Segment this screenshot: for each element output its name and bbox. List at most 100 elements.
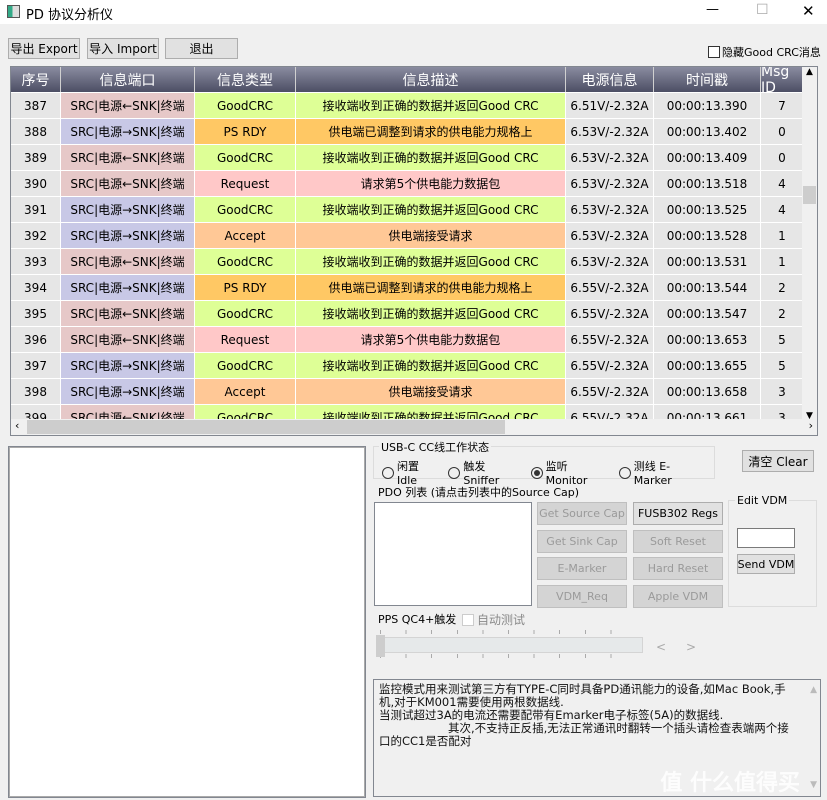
minimize-button[interactable]: — [706,2,719,17]
edit-vdm-title: Edit VDM [735,494,790,507]
header-seq[interactable]: 序号 [11,67,61,92]
cell-msg-id: 1 [761,249,804,274]
vdm-req-button[interactable]: VDM_Req [537,585,627,609]
radio-cc-1[interactable]: 触发 Sniffer [448,458,524,487]
table-row[interactable]: 389 SRC|电源←SNK|终端 GoodCRC 接收端收到正确的数据并返回Good… [11,145,804,171]
radio-circle[interactable] [530,466,543,479]
scroll-right-icon[interactable]: › [809,419,813,432]
cell-seq: 389 [11,145,61,170]
table-row[interactable]: 395 SRC|电源←SNK|终端 GoodCRC 接收端收到正确的数据并返回Good… [11,301,804,327]
cell-power: 6.53V/-2.32A [566,249,654,274]
info-textbox[interactable]: 监控模式用来测试第三方有TYPE-C同时具备PD通讯能力的设备,如Mac Boo… [373,679,821,797]
hscroll-thumb[interactable] [27,420,505,434]
cell-type: Request [195,171,296,196]
radio-label: 触发 Sniffer [463,460,500,487]
log-area[interactable] [8,446,366,798]
header-power[interactable]: 电源信息 [566,67,654,92]
hard-reset-button[interactable]: Hard Reset [633,557,723,581]
import-button[interactable]: 导入 Import [87,38,159,59]
cell-time: 00:00:13.544 [654,275,761,300]
radio-circle[interactable] [382,466,394,479]
e-marker-button[interactable]: E-Marker [537,557,627,581]
exit-button[interactable]: 退出 [165,38,238,59]
cell-time: 00:00:13.531 [654,249,761,274]
auto-test-label: 自动测试 [477,613,526,627]
radio-cc-0[interactable]: 闲置 Idle [382,458,442,487]
cell-port: SRC|电源←SNK|终端 [61,171,195,196]
pps-slider[interactable] [376,628,643,660]
checkbox-box[interactable] [462,613,474,626]
cell-power: 6.53V/-2.32A [566,223,654,248]
table-row[interactable]: 396 SRC|电源←SNK|终端 Request 请求第5个供电能力数据包 6.55V… [11,327,804,353]
cell-type: GoodCRC [195,353,296,378]
maximize-button[interactable]: ☐ [756,2,769,18]
close-button[interactable]: ✕ [802,2,815,20]
scroll-left-icon[interactable]: ‹ [15,419,19,432]
cell-port: SRC|电源→SNK|终端 [61,197,195,222]
scroll-up-icon[interactable]: ▲ [810,684,817,697]
cell-seq: 388 [11,119,61,144]
header-port[interactable]: 信息端口 [61,67,195,92]
cell-time: 00:00:13.518 [654,171,761,196]
table-row[interactable]: 397 SRC|电源→SNK|终端 GoodCRC 接收端收到正确的数据并返回Good… [11,353,804,379]
get-sink-cap-button[interactable]: Get Sink Cap [537,529,627,553]
cell-type: PS RDY [195,275,296,300]
cell-desc: 请求第5个供电能力数据包 [296,171,566,196]
cell-power: 6.53V/-2.32A [566,145,654,170]
horizontal-scrollbar[interactable]: ‹ › [11,419,817,435]
scroll-down-icon[interactable]: ▼ [810,779,817,792]
cell-desc: 供电端已调整到请求的供电能力规格上 [296,275,566,300]
table-row[interactable]: 394 SRC|电源→SNK|终端 PS RDY 供电端已调整到请求的供电能力规格上 6… [11,275,804,301]
export-button[interactable]: 导出 Export [8,38,80,59]
send-vdm-button[interactable]: Send VDM [737,554,795,574]
table-row[interactable]: 391 SRC|电源→SNK|终端 GoodCRC 接收端收到正确的数据并返回Good… [11,197,804,223]
hide-goodcrc-label: 隐藏Good CRC消息 [722,46,821,59]
vertical-scrollbar[interactable]: ▲ ▼ [802,67,817,421]
cell-msg-id: 4 [761,197,804,222]
scroll-thumb[interactable] [803,186,816,204]
table-row[interactable]: 390 SRC|电源←SNK|终端 Request 请求第5个供电能力数据包 6.53V… [11,171,804,197]
table-row[interactable]: 392 SRC|电源→SNK|终端 Accept 供电端接受请求 6.53V/-2.32… [11,223,804,249]
radio-cc-2[interactable]: 监听 Monitor [530,458,613,487]
cell-power: 6.55V/-2.32A [566,353,654,378]
scroll-up-icon[interactable]: ▲ [802,67,817,77]
table-row[interactable]: 398 SRC|电源→SNK|终端 Accept 供电端接受请求 6.55V/-2.32… [11,379,804,405]
cell-desc: 接收端收到正确的数据并返回Good CRC [296,353,566,378]
cell-port: SRC|电源→SNK|终端 [61,275,195,300]
slider-thumb[interactable] [376,635,385,657]
cell-type: PS RDY [195,119,296,144]
apple-vdm-button[interactable]: Apple VDM [633,585,723,609]
header-time[interactable]: 时间戳 [654,67,761,92]
cell-seq: 393 [11,249,61,274]
get-source-cap-button[interactable]: Get Source Cap [537,502,627,525]
cell-seq: 396 [11,327,61,352]
cell-time: 00:00:13.525 [654,197,761,222]
radio-cc-3[interactable]: 测线 E-Marker [618,458,708,487]
radio-circle[interactable] [448,466,461,479]
pps-left-button[interactable]: < [656,640,666,654]
radio-label: 监听 Monitor [545,460,588,487]
pdo-list[interactable] [374,502,532,606]
pps-right-button[interactable]: > [686,640,696,654]
info-line: 监控模式用来测试第三方有TYPE-C同时具备PD通讯能力的设备,如Mac Boo… [379,682,786,709]
pps-label: PPS QC4+触发 [378,613,457,626]
cell-port: SRC|电源←SNK|终端 [61,301,195,326]
vdm-input[interactable] [737,528,795,548]
fusb302-regs-button[interactable]: FUSB302 Regs [633,502,723,525]
auto-test-checkbox[interactable]: 自动测试 [462,611,525,628]
checkbox-box[interactable] [708,46,720,58]
clear-button[interactable]: 清空 Clear [742,450,814,472]
table-row[interactable]: 393 SRC|电源←SNK|终端 GoodCRC 接收端收到正确的数据并返回Good… [11,249,804,275]
cell-time: 00:00:13.653 [654,327,761,352]
table-row[interactable]: 388 SRC|电源→SNK|终端 PS RDY 供电端已调整到请求的供电能力规格上 6… [11,119,804,145]
hide-goodcrc-checkbox[interactable]: 隐藏Good CRC消息 [708,44,821,60]
cell-port: SRC|电源→SNK|终端 [61,353,195,378]
table-row[interactable]: 387 SRC|电源←SNK|终端 GoodCRC 接收端收到正确的数据并返回Good… [11,93,804,119]
header-desc[interactable]: 信息描述 [296,67,566,92]
cell-msg-id: 4 [761,171,804,196]
cell-type: GoodCRC [195,145,296,170]
radio-circle[interactable] [618,466,631,479]
header-type[interactable]: 信息类型 [195,67,296,92]
header-msg-id[interactable]: Msg ID [761,67,804,96]
soft-reset-button[interactable]: Soft Reset [633,529,723,553]
